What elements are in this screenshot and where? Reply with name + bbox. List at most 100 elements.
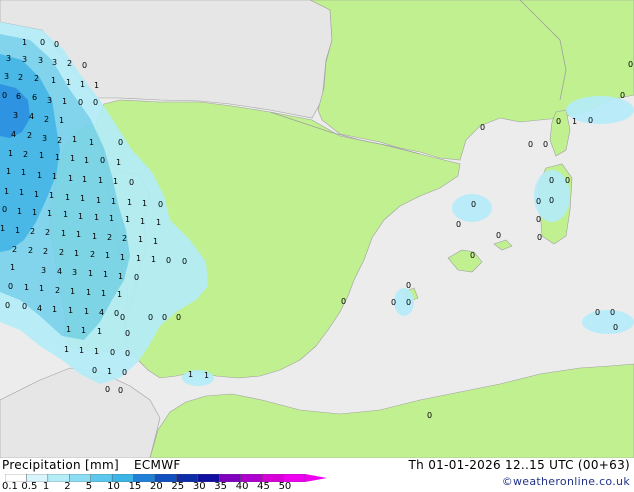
legend-tick-label: 20 <box>150 481 163 492</box>
grid-value-label: 0 <box>2 91 7 100</box>
grid-value-label: 1 <box>52 172 57 181</box>
legend-overflow-arrow <box>305 474 327 482</box>
grid-value-label: 0 <box>620 91 625 100</box>
grid-value-label: 0 <box>158 200 163 209</box>
grid-value-label: 1 <box>138 235 143 244</box>
grid-value-label: 3 <box>4 72 9 81</box>
grid-value-label: 1 <box>39 284 44 293</box>
grid-value-label: 2 <box>43 247 48 256</box>
grid-value-label: 0 <box>471 200 476 209</box>
grid-value-label: 0 <box>5 301 10 310</box>
grid-value-label: 1 <box>66 325 71 334</box>
grid-value-label: 6 <box>16 92 21 101</box>
grid-value-label: 1 <box>109 214 114 223</box>
grid-value-label: 0 <box>588 116 593 125</box>
grid-value-label: 1 <box>96 196 101 205</box>
grid-value-label: 1 <box>572 117 577 126</box>
grid-value-label: 0 <box>182 257 187 266</box>
legend-tick-label: 0.5 <box>21 481 38 492</box>
grid-value-label: 0 <box>92 366 97 375</box>
grid-value-label: 1 <box>101 289 106 298</box>
grid-value-label: 2 <box>122 234 127 243</box>
legend-tick-label: 35 <box>214 481 228 492</box>
grid-value-label: 3 <box>13 111 18 120</box>
legend-tick-label: 50 <box>278 481 292 492</box>
grid-value-label: 1 <box>86 288 91 297</box>
grid-value-label: 1 <box>116 158 121 167</box>
grid-value-label: 2 <box>30 227 35 236</box>
grid-value-label: 1 <box>8 149 13 158</box>
grid-value-label: 2 <box>67 59 72 68</box>
valid-time: Th 01-01-2026 12..15 UTC (00+63) <box>408 458 630 472</box>
map-title: Precipitation [mm] <box>2 458 119 472</box>
credit-link[interactable]: ©weatheronline.co.uk <box>502 475 630 488</box>
grid-value-label: 0 <box>148 313 153 322</box>
grid-value-label: 1 <box>37 171 42 180</box>
grid-value-label: 0 <box>543 140 548 149</box>
grid-value-label: 1 <box>64 345 69 354</box>
grid-value-label: 2 <box>34 74 39 83</box>
grid-value-label: 4 <box>11 130 16 139</box>
grid-value-label: 3 <box>47 96 52 105</box>
legend-tick-label: 10 <box>107 481 120 492</box>
grid-value-label: 1 <box>127 198 132 207</box>
grid-value-label: 1 <box>63 210 68 219</box>
grid-value-label: 0 <box>82 61 87 70</box>
grid-value-label: 1 <box>21 168 26 177</box>
grid-value-label: 0 <box>134 273 139 282</box>
grid-value-label: 3 <box>72 268 77 277</box>
grid-value-label: 0 <box>118 138 123 147</box>
grid-value-label: 0 <box>610 308 615 317</box>
grid-value-label: 1 <box>74 249 79 258</box>
grid-value-label: 4 <box>37 304 42 313</box>
grid-value-label: 1 <box>84 156 89 165</box>
grid-value-label: 1 <box>79 346 84 355</box>
grid-value-label: 1 <box>24 283 29 292</box>
grid-value-label: 0 <box>480 123 485 132</box>
grid-value-label: 0 <box>8 282 13 291</box>
grid-value-label: 4 <box>57 267 62 276</box>
precip-cell-algeria <box>582 310 634 334</box>
grid-value-label: 1 <box>107 367 112 376</box>
grid-value-label: 0 <box>556 117 561 126</box>
legend-tick-label: 15 <box>128 481 142 492</box>
grid-value-label: 1 <box>61 229 66 238</box>
grid-value-label: 3 <box>6 54 11 63</box>
grid-value-label: 0 <box>22 302 27 311</box>
grid-value-label: 0 <box>122 368 127 377</box>
grid-value-label: 1 <box>62 97 67 106</box>
grid-value-label: 0 <box>176 313 181 322</box>
grid-value-label: 0 <box>120 313 125 322</box>
grid-value-label: 1 <box>76 230 81 239</box>
grid-value-label: 1 <box>97 327 102 336</box>
grid-value-label: 1 <box>39 151 44 160</box>
grid-value-label: 0 <box>166 256 171 265</box>
grid-value-label: 1 <box>70 154 75 163</box>
grid-value-label: 0 <box>427 411 432 420</box>
grid-value-label: 1 <box>22 38 27 47</box>
grid-value-label: 0 <box>110 348 115 357</box>
grid-value-label: 1 <box>84 307 89 316</box>
precip-cell-gibraltar <box>182 370 214 386</box>
grid-value-label: 3 <box>38 56 43 65</box>
grid-value-label: 0 <box>341 297 346 306</box>
grid-value-label: 1 <box>68 174 73 183</box>
grid-value-label: 4 <box>99 308 104 317</box>
grid-value-label: 0 <box>40 38 45 47</box>
grid-value-label: 1 <box>125 215 130 224</box>
grid-value-label: 1 <box>188 370 193 379</box>
grid-value-label: 2 <box>45 228 50 237</box>
grid-value-label: 1 <box>32 208 37 217</box>
grid-value-label: 0 <box>129 178 134 187</box>
grid-value-label: 2 <box>27 131 32 140</box>
legend-tick-label: 45 <box>257 481 270 492</box>
grid-value-label: 1 <box>140 217 145 226</box>
grid-value-label: 0 <box>54 40 59 49</box>
legend-tick-label: 0.1 <box>2 481 18 492</box>
grid-value-label: 1 <box>17 207 22 216</box>
grid-value-label: 1 <box>34 190 39 199</box>
grid-value-label: 1 <box>136 254 141 263</box>
grid-value-label: 0 <box>549 196 554 205</box>
grid-value-label: 1 <box>47 209 52 218</box>
grid-value-label: 1 <box>51 76 56 85</box>
